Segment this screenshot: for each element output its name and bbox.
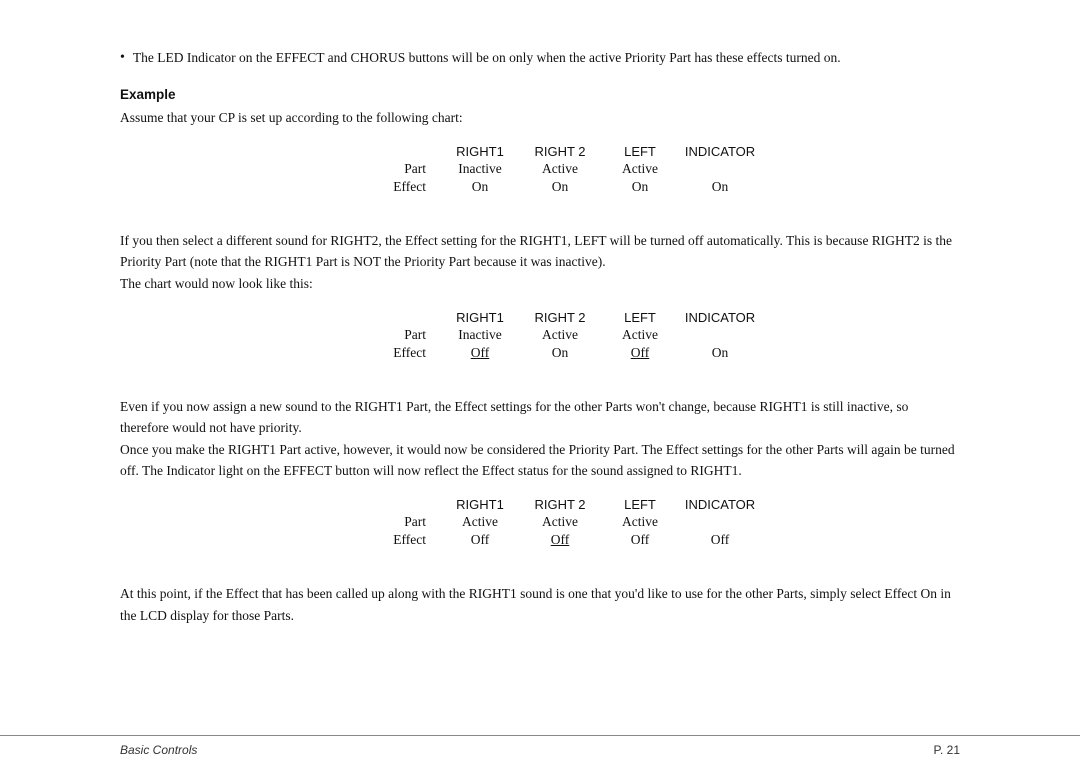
chart3-container: RIGHT1 RIGHT 2 LEFT INDICATOR Part Activ… [120,496,960,567]
chart3-h4: INDICATOR [680,496,760,513]
chart1-row1: Part Inactive Active Active [380,160,760,178]
chart1-r2-c1: On [440,178,520,196]
chart1-row2: Effect On On On On [380,178,760,196]
chart3-r2-label: Effect [380,531,440,549]
chart3-h1: RIGHT1 [440,496,520,513]
chart3-h3: LEFT [600,496,680,513]
chart1-h0 [380,143,440,160]
chart2-h3: LEFT [600,309,680,326]
chart2-r2-label: Effect [380,344,440,362]
chart3-r1-c4 [680,513,760,531]
chart2-r2-c2: On [520,344,600,362]
chart2-r2-c1: Off [440,344,520,362]
chart2-row1: Part Inactive Active Active [380,326,760,344]
chart1-header: RIGHT1 RIGHT 2 LEFT INDICATOR [380,143,760,160]
para1: If you then select a different sound for… [120,230,960,295]
chart1-r2-c2: On [520,178,600,196]
chart1-r1-c4 [680,160,760,178]
chart2-row2: Effect Off On Off On [380,344,760,362]
chart3-r1-c1: Active [440,513,520,531]
chart3-r2-c1: Off [440,531,520,549]
bullet-dot: • [120,50,125,66]
chart3-h2: RIGHT 2 [520,496,600,513]
chart1-r1-c2: Active [520,160,600,178]
chart2-r2-c4: On [680,344,760,362]
chart2-h4: INDICATOR [680,309,760,326]
bullet-text: The LED Indicator on the EFFECT and CHOR… [133,48,841,69]
chart1-h2: RIGHT 2 [520,143,600,160]
chart2-r1-c2: Active [520,326,600,344]
chart2-r1-c4 [680,326,760,344]
chart2-r1-c1: Inactive [440,326,520,344]
chart3-r1-c3: Active [600,513,680,531]
para2: Even if you now assign a new sound to th… [120,396,960,482]
chart1-container: RIGHT1 RIGHT 2 LEFT INDICATOR Part Inact… [120,143,960,214]
footer-left: Basic Controls [120,743,197,757]
chart1-r2-label: Effect [380,178,440,196]
chart1-r2-c4: On [680,178,760,196]
chart3-r2-c4: Off [680,531,760,549]
chart2-r1-c3: Active [600,326,680,344]
chart2-h1: RIGHT1 [440,309,520,326]
chart2-r2-c3: Off [600,344,680,362]
bullet-item: • The LED Indicator on the EFFECT and CH… [120,48,960,69]
para3: At this point, if the Effect that has be… [120,583,960,626]
chart1-r1-c1: Inactive [440,160,520,178]
chart1-h1: RIGHT1 [440,143,520,160]
page-footer: Basic Controls P. 21 [0,735,1080,764]
chart1-r1-c3: Active [600,160,680,178]
chart2-h2: RIGHT 2 [520,309,600,326]
example-heading: Example [120,87,960,102]
chart1-r1-label: Part [380,160,440,178]
chart1-r2-c3: On [600,178,680,196]
bullet-section: • The LED Indicator on the EFFECT and CH… [120,48,960,69]
chart3-row2: Effect Off Off Off Off [380,531,760,549]
chart2-r1-label: Part [380,326,440,344]
chart3-r1-label: Part [380,513,440,531]
chart3-row1: Part Active Active Active [380,513,760,531]
chart3-header: RIGHT1 RIGHT 2 LEFT INDICATOR [380,496,760,513]
chart2-container: RIGHT1 RIGHT 2 LEFT INDICATOR Part Inact… [120,309,960,380]
chart3-r2-c2: Off [520,531,600,549]
chart2: RIGHT1 RIGHT 2 LEFT INDICATOR Part Inact… [380,309,760,362]
chart1-h4: INDICATOR [680,143,760,160]
chart3-r2-c3: Off [600,531,680,549]
chart2-header: RIGHT1 RIGHT 2 LEFT INDICATOR [380,309,760,326]
chart1: RIGHT1 RIGHT 2 LEFT INDICATOR Part Inact… [380,143,760,196]
footer-right: P. 21 [934,743,960,757]
chart3-r1-c2: Active [520,513,600,531]
page-content: • The LED Indicator on the EFFECT and CH… [0,0,1080,735]
assume-text: Assume that your CP is set up according … [120,108,960,129]
chart1-h3: LEFT [600,143,680,160]
chart3: RIGHT1 RIGHT 2 LEFT INDICATOR Part Activ… [380,496,760,549]
